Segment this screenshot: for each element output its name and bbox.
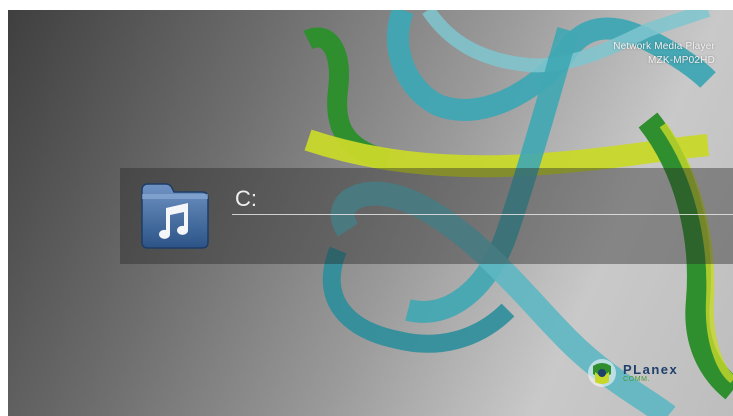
product-label: Network Media Player MZK-MP02HD xyxy=(613,40,715,68)
music-folder-icon[interactable] xyxy=(136,180,214,252)
file-browser-bar: C: xyxy=(120,168,733,264)
path-divider xyxy=(232,214,733,215)
planex-mark-icon xyxy=(588,359,616,387)
brand-sub: COMM. xyxy=(623,376,651,383)
product-model: MZK-MP02HD xyxy=(647,55,715,66)
current-path-label: C: xyxy=(235,186,257,211)
media-player-screen: Network Media Player MZK-MP02HD C: PLane… xyxy=(8,10,733,416)
planex-logo: PLanex COMM. xyxy=(585,356,695,396)
product-line: Network Media Player xyxy=(613,41,715,52)
brand-name: PLanex xyxy=(623,362,679,377)
